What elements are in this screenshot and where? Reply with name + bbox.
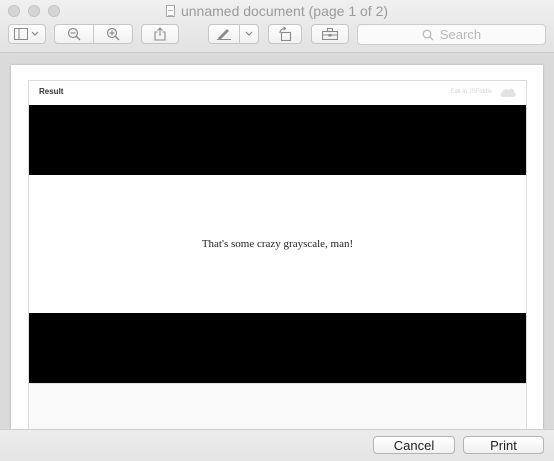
- sidebar-toggle-button[interactable]: [8, 24, 46, 44]
- result-frame: Result Edit in JSFiddle That's some craz…: [28, 80, 527, 429]
- zoom-in-button[interactable]: [93, 24, 133, 44]
- chevron-down-icon: [245, 31, 253, 36]
- rotate-icon: [279, 27, 292, 41]
- markup-button[interactable]: [208, 24, 240, 44]
- search-placeholder: Search: [439, 27, 482, 42]
- edit-in-jsfiddle-link[interactable]: Edit in JSFiddle: [450, 89, 492, 95]
- window-title: unnamed document (page 1 of 2): [180, 3, 389, 19]
- zoom-out-icon: [67, 27, 81, 41]
- black-header-band: [29, 105, 526, 175]
- sidebar-icon: [14, 28, 39, 40]
- result-content: That's some crazy grayscale, man!: [29, 105, 526, 383]
- search-input[interactable]: Search: [357, 24, 546, 45]
- black-footer-band: [29, 313, 526, 383]
- document-icon: [165, 5, 175, 17]
- result-header: Result Edit in JSFiddle: [29, 81, 526, 105]
- zoom-in-icon: [106, 27, 120, 41]
- result-label: Result: [39, 87, 64, 96]
- rotate-button[interactable]: [268, 24, 302, 44]
- print-button[interactable]: Print: [463, 436, 544, 454]
- toolbox-button[interactable]: [311, 24, 349, 44]
- result-blank-area: [29, 383, 526, 429]
- title-bar: unnamed document (page 1 of 2) Search: [0, 0, 554, 53]
- cloud-icon: [500, 88, 517, 97]
- result-message: That's some crazy grayscale, man!: [201, 238, 354, 250]
- share-button[interactable]: [141, 24, 179, 44]
- markup-pen-icon: [217, 29, 231, 40]
- cancel-button[interactable]: Cancel: [373, 436, 455, 454]
- zoom-out-button[interactable]: [54, 24, 94, 44]
- window-title-area: unnamed document (page 1 of 2): [0, 3, 554, 19]
- search-icon: [422, 29, 434, 40]
- dialog-footer: Cancel Print: [0, 429, 554, 461]
- share-icon: [154, 27, 166, 41]
- print-preview-area[interactable]: Result Edit in JSFiddle That's some craz…: [0, 53, 554, 429]
- preview-page: Result Edit in JSFiddle That's some craz…: [11, 65, 543, 429]
- toolbox-icon: [322, 28, 338, 40]
- markup-menu-button[interactable]: [239, 24, 259, 44]
